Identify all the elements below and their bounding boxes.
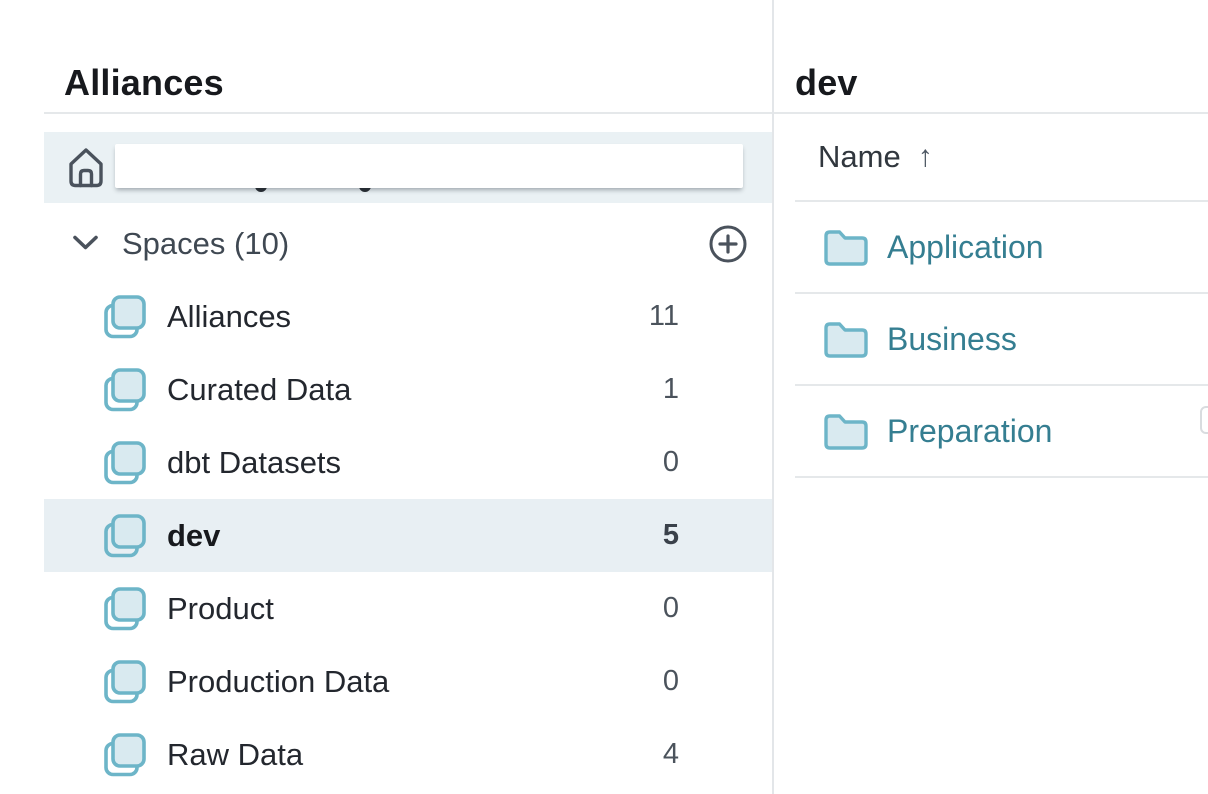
sidebar-item-label: Product bbox=[167, 591, 274, 627]
panel-divider bbox=[772, 0, 774, 794]
plus-circle-icon bbox=[708, 224, 748, 264]
sidebar-item-alliances[interactable]: Alliances 11 bbox=[44, 280, 772, 353]
space-icon bbox=[103, 513, 147, 559]
sidebar-item-count: 0 bbox=[663, 592, 679, 625]
app-window: Alliances dev Spaces (10) bbox=[0, 0, 1208, 794]
spaces-section-label: Spaces (10) bbox=[122, 226, 289, 262]
sidebar-item-home[interactable] bbox=[44, 132, 772, 203]
sidebar-item-label: dbt Datasets bbox=[167, 445, 341, 481]
add-space-button[interactable] bbox=[708, 224, 748, 264]
space-icon bbox=[103, 294, 147, 340]
name-column-header[interactable]: Name ↑ bbox=[795, 113, 1208, 202]
folder-row-application[interactable]: Application bbox=[795, 202, 1208, 294]
sidebar-item-production-data[interactable]: Production Data 0 bbox=[44, 645, 772, 718]
folder-icon bbox=[823, 227, 869, 267]
folder-icon bbox=[823, 411, 869, 451]
space-icon bbox=[103, 440, 147, 486]
sidebar-item-raw-data[interactable]: Raw Data 4 bbox=[44, 718, 772, 791]
sidebar-item-label: Production Data bbox=[167, 664, 389, 700]
home-icon bbox=[66, 144, 106, 190]
right-edge-artifact bbox=[1200, 406, 1208, 434]
page-title: dev bbox=[795, 62, 858, 104]
space-icon bbox=[103, 586, 147, 632]
space-icon bbox=[103, 367, 147, 413]
folder-row-business[interactable]: Business bbox=[795, 294, 1208, 386]
sidebar-item-count: 0 bbox=[663, 665, 679, 698]
chevron-down-icon bbox=[72, 234, 99, 251]
sidebar-item-label: Curated Data bbox=[167, 372, 351, 408]
sidebar-item-dev[interactable]: dev 5 bbox=[44, 499, 772, 572]
redacted-overlay bbox=[115, 144, 743, 188]
sidebar-item-label: Alliances bbox=[167, 299, 291, 335]
folder-link[interactable]: Application bbox=[887, 229, 1044, 266]
sidebar-item-label: Raw Data bbox=[167, 737, 303, 773]
folder-row-preparation[interactable]: Preparation bbox=[795, 386, 1208, 478]
sidebar-item-dbt-datasets[interactable]: dbt Datasets 0 bbox=[44, 426, 772, 499]
sort-ascending-icon: ↑ bbox=[918, 140, 933, 174]
sidebar-item-count: 0 bbox=[663, 446, 679, 479]
folder-icon bbox=[823, 319, 869, 359]
sidebar-item-label: dev bbox=[167, 518, 220, 554]
sidebar-item-count: 11 bbox=[649, 300, 679, 333]
sidebar-title: Alliances bbox=[64, 62, 224, 104]
folder-link[interactable]: Business bbox=[887, 321, 1017, 358]
folder-link[interactable]: Preparation bbox=[887, 413, 1052, 450]
sidebar-item-count: 4 bbox=[663, 738, 679, 771]
sidebar-item-count: 5 bbox=[663, 519, 679, 552]
space-icon bbox=[103, 732, 147, 778]
space-icon bbox=[103, 659, 147, 705]
spaces-section-header[interactable]: Spaces (10) bbox=[44, 215, 772, 272]
sidebar-item-curated-data[interactable]: Curated Data 1 bbox=[44, 353, 772, 426]
sidebar-item-product[interactable]: Product 0 bbox=[44, 572, 772, 645]
sidebar-item-count: 1 bbox=[663, 373, 679, 406]
name-header-label: Name bbox=[818, 139, 901, 175]
